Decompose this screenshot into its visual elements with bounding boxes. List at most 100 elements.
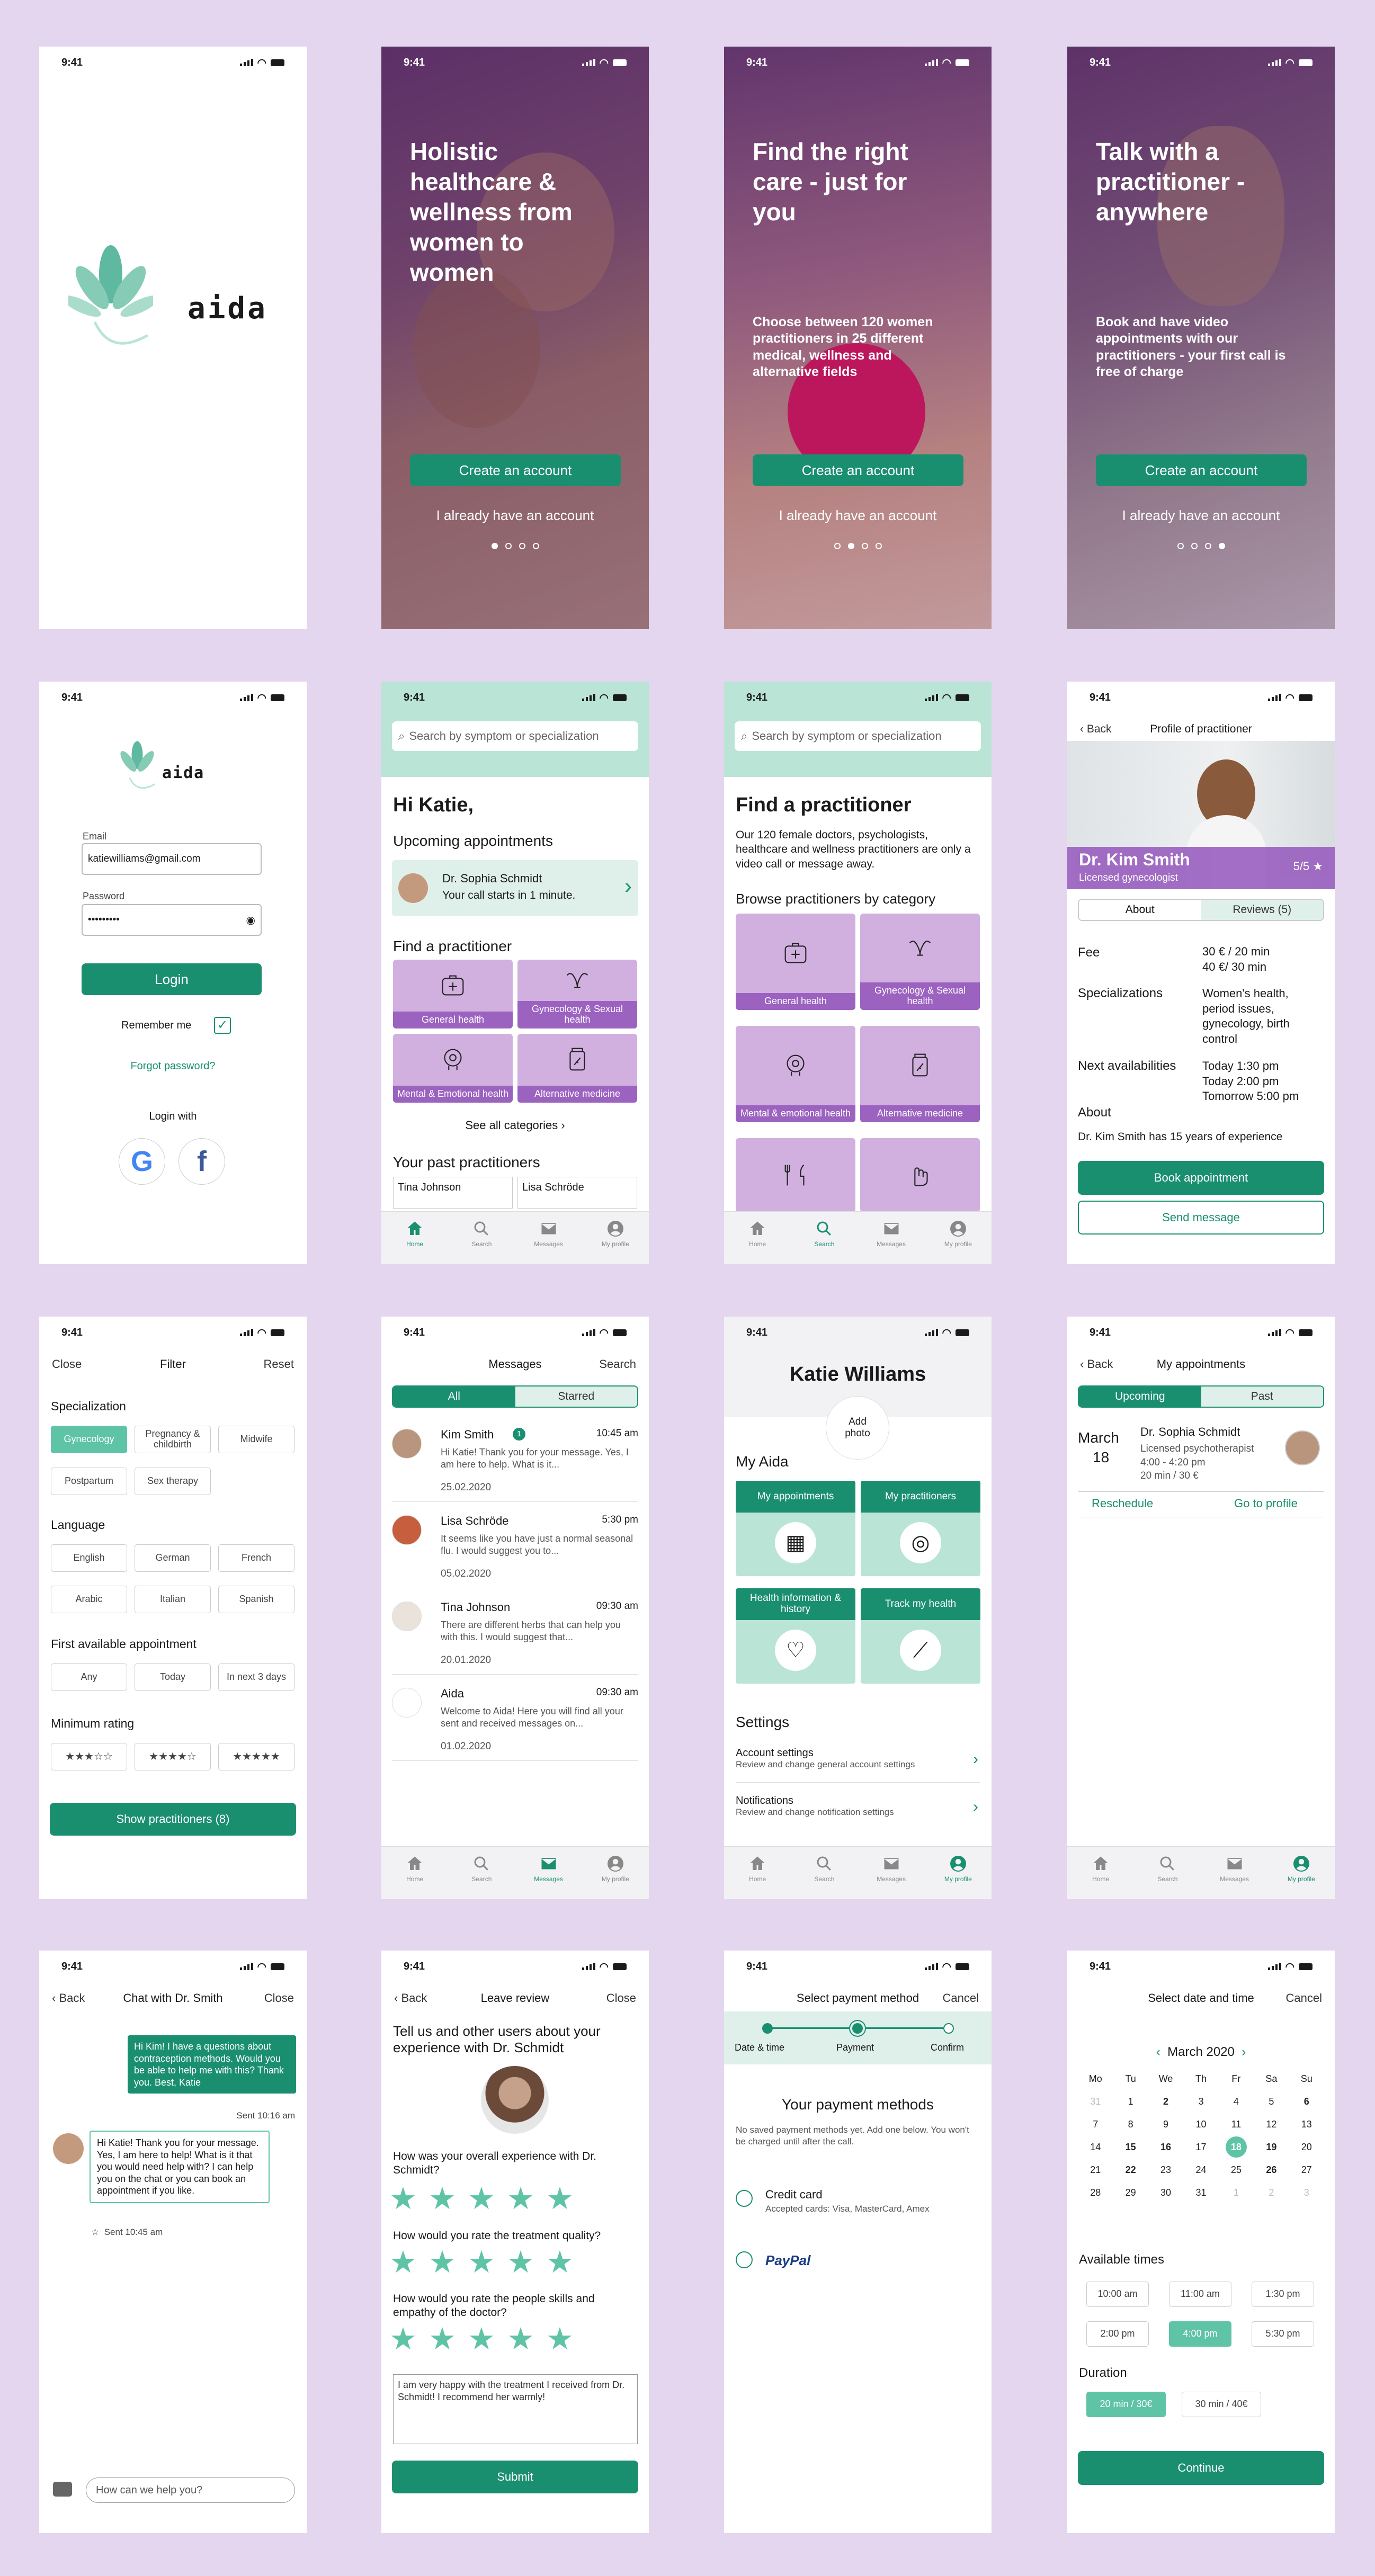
tab-upcoming[interactable]: Upcoming — [1079, 1387, 1201, 1407]
time-slot[interactable]: 11:00 am — [1169, 2282, 1231, 2307]
tile-chart[interactable]: Track my health ⟋ — [861, 1588, 980, 1684]
chevron-right-icon[interactable]: › — [1242, 2045, 1246, 2059]
calendar-day[interactable]: 7 — [1078, 2119, 1113, 2130]
see-all-categories-link[interactable]: See all categories › — [381, 1119, 649, 1132]
login-link[interactable]: I already have an account — [1067, 507, 1335, 524]
calendar-day[interactable]: 8 — [1113, 2119, 1148, 2130]
tab-messages[interactable]: Messages — [870, 1854, 913, 1899]
time-slot[interactable]: 4:00 pm — [1169, 2321, 1231, 2347]
tab-home[interactable]: Home — [736, 1219, 779, 1264]
calendar-day[interactable]: 3 — [1289, 2187, 1324, 2198]
duration-30[interactable]: 30 min / 40€ — [1182, 2392, 1261, 2417]
past-practitioner-card[interactable]: Tina Johnson — [393, 1177, 513, 1209]
category-nutrition[interactable] — [736, 1138, 855, 1212]
calendar-day[interactable]: 22 — [1113, 2164, 1148, 2176]
tab-past[interactable]: Past — [1201, 1387, 1323, 1407]
calendar-day[interactable]: 17 — [1183, 2142, 1218, 2153]
calendar-day[interactable]: 3 — [1183, 2096, 1218, 2107]
tab-messages[interactable]: Messages — [870, 1219, 913, 1264]
eye-icon[interactable]: ◉ — [246, 914, 255, 927]
create-account-button[interactable]: Create an account — [1096, 454, 1307, 486]
star-icon[interactable]: ★ — [389, 2247, 417, 2278]
show-practitioners-button[interactable]: Show practitioners (8) — [50, 1803, 296, 1836]
star-icon[interactable]: ★ — [468, 2184, 495, 2214]
settings-row-notifications[interactable]: Notifications Review and change notificat… — [736, 1791, 980, 1830]
time-slot[interactable]: 1:30 pm — [1252, 2282, 1314, 2307]
add-photo-button[interactable]: Add photo — [826, 1396, 889, 1460]
calendar-day[interactable]: 23 — [1148, 2164, 1183, 2176]
tab-home[interactable]: Home — [394, 1219, 436, 1264]
category-alternative-medicine[interactable]: Alternative medicine — [517, 1034, 637, 1103]
tab-messages[interactable]: Messages — [528, 1854, 570, 1899]
calendar-day[interactable]: 31 — [1078, 2096, 1113, 2107]
calendar-day[interactable]: 4 — [1219, 2096, 1254, 2107]
chip-today[interactable]: Today — [135, 1663, 211, 1691]
calendar-day[interactable]: 27 — [1289, 2164, 1324, 2176]
category-alternative-medicine[interactable]: Alternative medicine — [860, 1026, 980, 1122]
paypal-option[interactable]: PayPal — [735, 2247, 981, 2279]
calendar-day[interactable]: 12 — [1254, 2119, 1289, 2130]
category-general-health[interactable]: General health — [736, 914, 855, 1010]
calendar-day[interactable]: 20 — [1289, 2142, 1324, 2153]
chevron-left-icon[interactable]: ‹ — [1156, 2045, 1160, 2059]
tile-doctor[interactable]: My practitioners ◎ — [861, 1481, 980, 1576]
tab-search[interactable]: Search — [460, 1219, 503, 1264]
category-mental-health[interactable]: Mental & emotional health — [736, 1026, 855, 1122]
star-icon[interactable]: ★ — [428, 2184, 456, 2214]
category-gynecology[interactable]: Gynecology & Sexual health — [860, 914, 980, 1010]
star-icon[interactable]: ★ — [546, 2184, 574, 2214]
tab-starred[interactable]: Starred — [515, 1387, 637, 1407]
calendar-day[interactable]: 1 — [1219, 2187, 1254, 2198]
tab-messages[interactable]: Messages — [1213, 1854, 1256, 1899]
calendar-day[interactable]: 25 — [1219, 2164, 1254, 2176]
google-icon[interactable]: G — [119, 1138, 165, 1185]
calendar-day[interactable]: 16 — [1148, 2142, 1183, 2153]
rating-stars-1[interactable]: ★ ★ ★ ★ ★ — [389, 2184, 574, 2214]
list-item[interactable]: Aida 09:30 am Welcome to Aida! Here you … — [392, 1681, 638, 1761]
time-slot[interactable]: 2:00 pm — [1086, 2321, 1149, 2347]
submit-button[interactable]: Submit — [392, 2461, 638, 2493]
star-icon[interactable]: ★ — [507, 2324, 534, 2355]
star-icon[interactable]: ★ — [468, 2247, 495, 2278]
rating-stars-2[interactable]: ★ ★ ★ ★ ★ — [389, 2247, 574, 2278]
chip-spanish[interactable]: Spanish — [218, 1586, 294, 1613]
star-icon[interactable]: ★ — [428, 2247, 456, 2278]
calendar-day[interactable]: 28 — [1078, 2187, 1113, 2198]
calendar-day[interactable]: 29 — [1113, 2187, 1148, 2198]
email-field[interactable]: katiewilliams@gmail.com — [82, 843, 262, 875]
calendar-day[interactable]: 26 — [1254, 2164, 1289, 2176]
close-button[interactable]: Close — [264, 1982, 294, 2014]
star-icon[interactable]: ★ — [428, 2324, 456, 2355]
send-message-button[interactable]: Send message — [1078, 1201, 1324, 1235]
category-general-health[interactable]: General health — [393, 960, 513, 1028]
star-icon[interactable]: ★ — [468, 2324, 495, 2355]
star-icon[interactable]: ★ — [507, 2184, 534, 2214]
calendar-day[interactable]: 10 — [1183, 2119, 1218, 2130]
camera-icon[interactable] — [53, 2482, 72, 2497]
calendar-day[interactable]: 31 — [1183, 2187, 1218, 2198]
chip-postpartum[interactable]: Postpartum — [51, 1468, 127, 1495]
calendar-day[interactable]: 2 — [1254, 2187, 1289, 2198]
tab-search[interactable]: Search — [803, 1219, 845, 1264]
radio-button[interactable] — [736, 2251, 753, 2268]
star-icon[interactable]: ★ — [546, 2324, 574, 2355]
tab-about[interactable]: About — [1079, 900, 1201, 920]
credit-card-option[interactable]: Credit card Accepted cards: Visa, Master… — [735, 2184, 981, 2221]
cancel-button[interactable]: Cancel — [1286, 1982, 1322, 2014]
chip-sex-therapy[interactable]: Sex therapy — [135, 1468, 211, 1495]
continue-button[interactable]: Continue — [1078, 2451, 1324, 2485]
list-item[interactable]: Lisa Schröde 5:30 pm It seems like you h… — [392, 1509, 638, 1588]
tab-profile[interactable]: My profile — [594, 1219, 637, 1264]
search-button[interactable]: Search — [599, 1348, 636, 1380]
book-appointment-button[interactable]: Book appointment — [1078, 1161, 1324, 1195]
past-practitioner-card[interactable]: Lisa Schröde — [517, 1177, 637, 1209]
chip-german[interactable]: German — [135, 1544, 211, 1572]
tab-all[interactable]: All — [393, 1387, 515, 1407]
password-field[interactable]: ••••••••• ◉ — [82, 904, 262, 936]
chip-rating-3[interactable]: ★★★☆☆ — [51, 1743, 127, 1770]
calendar-day[interactable]: 11 — [1219, 2119, 1254, 2130]
tab-profile[interactable]: My profile — [937, 1219, 979, 1264]
chip-pregnancy[interactable]: Pregnancy & childbirth — [135, 1426, 211, 1453]
tab-profile[interactable]: My profile — [594, 1854, 637, 1899]
duration-20[interactable]: 20 min / 30€ — [1086, 2392, 1166, 2417]
